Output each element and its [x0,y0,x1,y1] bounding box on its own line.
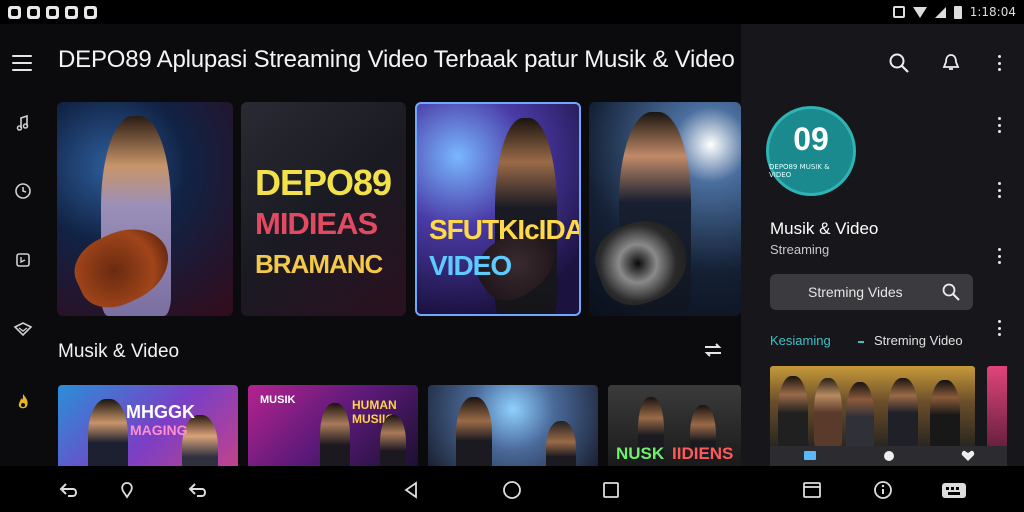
search-icon[interactable] [886,50,912,76]
video-thumbnail[interactable]: MUSIK HUMAN MUSIIG [248,385,418,466]
back-icon[interactable] [58,479,80,501]
battery-icon [953,5,962,19]
music-icon[interactable] [12,112,34,134]
app-icon [84,5,97,19]
side-rail [0,24,46,466]
hero-text: MIDIEAS [255,206,378,241]
logo-number: 09 [793,121,829,157]
clock-time: 1:18:04 [969,5,1016,19]
artist-image [930,380,960,446]
channel-logo: 09 DEPO89 MUSIK & VIDEO [766,106,856,196]
home-icon[interactable] [501,479,523,501]
artist-image [456,397,492,466]
hero-tile[interactable] [57,102,233,316]
cast-icon[interactable] [702,341,724,359]
app-icon [27,5,40,19]
hero-text: BRAMANC [255,249,383,279]
menu-icon[interactable] [12,55,32,71]
recents-icon[interactable] [600,479,622,501]
hero-tile[interactable] [589,102,741,316]
artist-image [814,378,842,446]
hero-text: DEPO89 [255,162,392,203]
tab-divider [858,341,864,343]
signal-icon [934,6,946,18]
music-note-icon[interactable] [849,446,928,466]
artist-image [320,403,350,466]
notification-icons [8,5,97,19]
artist-image [778,376,808,446]
wifi-icon [912,6,927,18]
panel-tabbar [770,446,1007,466]
nav-back-icon[interactable] [400,479,422,501]
more-icon[interactable] [994,55,1004,71]
info-icon[interactable] [872,479,894,501]
system-icons: 1:18:04 [892,5,1016,19]
panel-thumbnail[interactable] [770,366,975,446]
badge-icon[interactable] [12,318,34,340]
undo-icon[interactable] [187,479,209,501]
app-icon [65,5,78,19]
keyboard-icon[interactable] [941,479,967,501]
hero-text: VIDEO [429,250,512,281]
thumb-text: MUSIK [260,394,296,406]
video-thumbnail[interactable] [428,385,598,466]
notification-icon[interactable] [938,50,964,76]
logo-tagline: DEPO89 MUSIK & VIDEO [769,163,830,179]
search-label: Streming Vides [808,284,903,300]
artist-image [846,382,874,446]
thumb-text: NUSK [616,444,665,463]
search-icon [942,283,960,301]
navigation-bar [0,466,1024,512]
artist-image [88,399,128,466]
more-icon[interactable] [994,117,1004,133]
thumb-text: IIDIENS [672,444,734,463]
thumb-text: MAGING [130,422,188,438]
more-icon[interactable] [994,182,1004,198]
heart-icon[interactable] [928,446,1007,466]
artist-image [546,421,576,466]
tab-streaming-video[interactable]: Streming Video [874,333,963,348]
screen-icon[interactable] [770,446,849,466]
panel-thumbnail[interactable] [987,366,1007,446]
window-icon[interactable] [801,479,823,501]
playlist-icon[interactable] [12,249,34,271]
vibrate-icon [892,6,905,18]
artist-image [888,378,918,446]
video-thumbnail[interactable]: NUSK IIDIENS [608,385,741,466]
hero-tile[interactable]: SFUTKIcIDA VIDEO [415,102,581,316]
app-icon [8,5,21,19]
video-thumbnail[interactable]: MHGGK MAGING [58,385,238,466]
hero-text: SFUTKIcIDA [429,214,581,245]
fire-icon[interactable] [12,391,34,413]
thumb-text: HUMAN [352,398,397,412]
page-title: DEPO89 Aplupasi Streaming Video Terbaak … [58,46,735,73]
status-bar: 1:18:04 [0,0,1024,24]
tab-active[interactable]: Kesiaming [770,333,831,348]
assistant-icon[interactable] [116,479,138,501]
more-icon[interactable] [994,248,1004,264]
panel-title: Musik & Video [770,219,879,238]
more-icon[interactable] [994,320,1004,336]
thumb-text: MHGGK [126,402,195,422]
section-title: Musik & Video [58,341,180,362]
app-icon [46,5,59,19]
clock-icon[interactable] [12,180,34,202]
panel-subtitle: Streaming [770,242,830,257]
artist-image [380,415,406,466]
hero-tile[interactable]: DEPO89 MIDIEAS BRAMANC [241,102,406,316]
search-button[interactable]: Streming Vides [770,274,973,310]
